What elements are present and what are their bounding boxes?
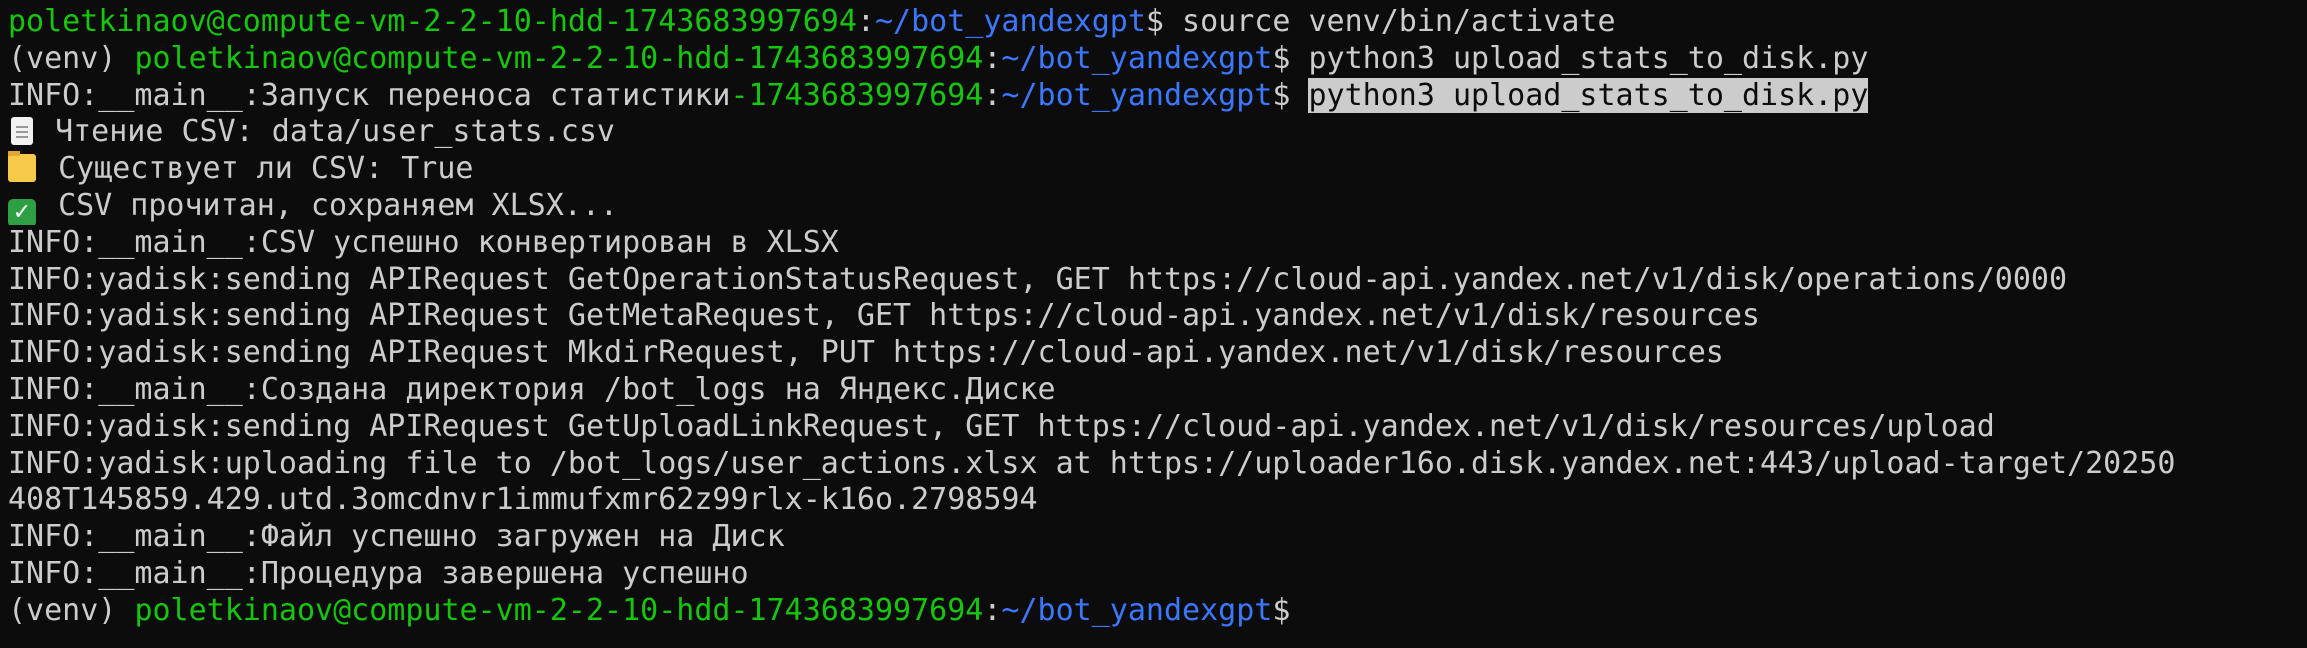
terminal-line-6: ✓ CSV прочитан, сохраняем XLSX... xyxy=(8,188,2299,225)
terminal-line-2: (venv) poletkinaov@compute-vm-2-2-10-hdd… xyxy=(8,41,2299,78)
prompt-colon: : xyxy=(983,40,1002,76)
terminal-line-8: INFO:yadisk:sending APIRequest GetOperat… xyxy=(8,261,2068,297)
terminal-line-12: INFO:yadisk:sending APIRequest GetUpload… xyxy=(8,408,1995,444)
terminal-line-1: poletkinaov@compute-vm-2-2-10-hdd-174368… xyxy=(8,4,2299,41)
prompt-path: ~/bot_yandexgpt xyxy=(1001,77,1273,113)
log-text: Существует ли CSV: True xyxy=(58,151,474,187)
log-text: Чтение CSV: data/user_stats.csv xyxy=(55,114,615,150)
log-text: INFO:__main__:Запуск переноса статистики xyxy=(8,77,731,113)
check-mark-icon: ✓ xyxy=(8,198,36,225)
terminal-line-7: INFO:__main__:CSV успешно конвертирован … xyxy=(8,224,839,260)
terminal-line-14: 408T145859.429.utd.3omcdnvr1immufxmr62z9… xyxy=(8,482,1038,518)
prompt-dollar: $ xyxy=(1272,40,1309,76)
prompt-dollar: $ xyxy=(1145,4,1183,39)
prompt-path: ~/bot_yandexgpt xyxy=(1001,592,1273,628)
terminal-window[interactable]: poletkinaov@compute-vm-2-2-10-hdd-174368… xyxy=(0,0,2307,648)
overlapped-host-fragment: -1743683997694 xyxy=(730,77,984,113)
terminal-line-9: INFO:yadisk:sending APIRequest GetMetaRe… xyxy=(8,298,1760,334)
terminal-line-13: INFO:yadisk:uploading file to /bot_logs/… xyxy=(8,445,2176,481)
prompt-dollar: $ xyxy=(1272,77,1309,113)
prompt-colon: : xyxy=(856,4,875,39)
prompt-user-host: poletkinaov@compute-vm-2-2-10-hdd-174368… xyxy=(8,4,857,39)
terminal-line-10: INFO:yadisk:sending APIRequest MkdirRequ… xyxy=(8,335,1724,371)
prompt-dollar: $ xyxy=(1272,592,1309,628)
terminal-line-16: INFO:__main__:Процедура завершена успешн… xyxy=(8,555,749,591)
terminal-line-3: INFO:__main__:Запуск переноса статистики… xyxy=(8,77,2299,115)
prompt-path: ~/bot_yandexgpt xyxy=(874,4,1146,39)
prompt-venv: (venv) xyxy=(8,40,135,76)
terminal-line-17[interactable]: (venv) poletkinaov@compute-vm-2-2-10-hdd… xyxy=(8,593,2299,630)
page-icon xyxy=(11,117,33,146)
log-text: CSV прочитан, сохраняем XLSX... xyxy=(58,187,618,223)
command-text: python3 upload_stats_to_disk.py xyxy=(1308,40,1869,76)
prompt-user-host: poletkinaov@compute-vm-2-2-10-hdd-174368… xyxy=(134,592,984,628)
prompt-colon: : xyxy=(983,592,1002,628)
folder-icon xyxy=(8,151,36,183)
terminal-line-4: Чтение CSV: data/user_stats.csv xyxy=(8,114,2299,151)
prompt-user-host: poletkinaov@compute-vm-2-2-10-hdd-174368… xyxy=(134,40,984,76)
prompt-venv: (venv) xyxy=(8,592,135,628)
terminal-line-15: INFO:__main__:Файл успешно загружен на Д… xyxy=(8,519,785,555)
selected-command-text[interactable]: python3 upload_stats_to_disk.py xyxy=(1308,77,1869,113)
terminal-line-5: Существует ли CSV: True xyxy=(8,151,2299,188)
command-text: source venv/bin/activate xyxy=(1182,4,1616,39)
prompt-colon: : xyxy=(983,77,1002,113)
terminal-line-11: INFO:__main__:Создана директория /bot_lo… xyxy=(8,371,1056,407)
prompt-path: ~/bot_yandexgpt xyxy=(1001,40,1273,76)
